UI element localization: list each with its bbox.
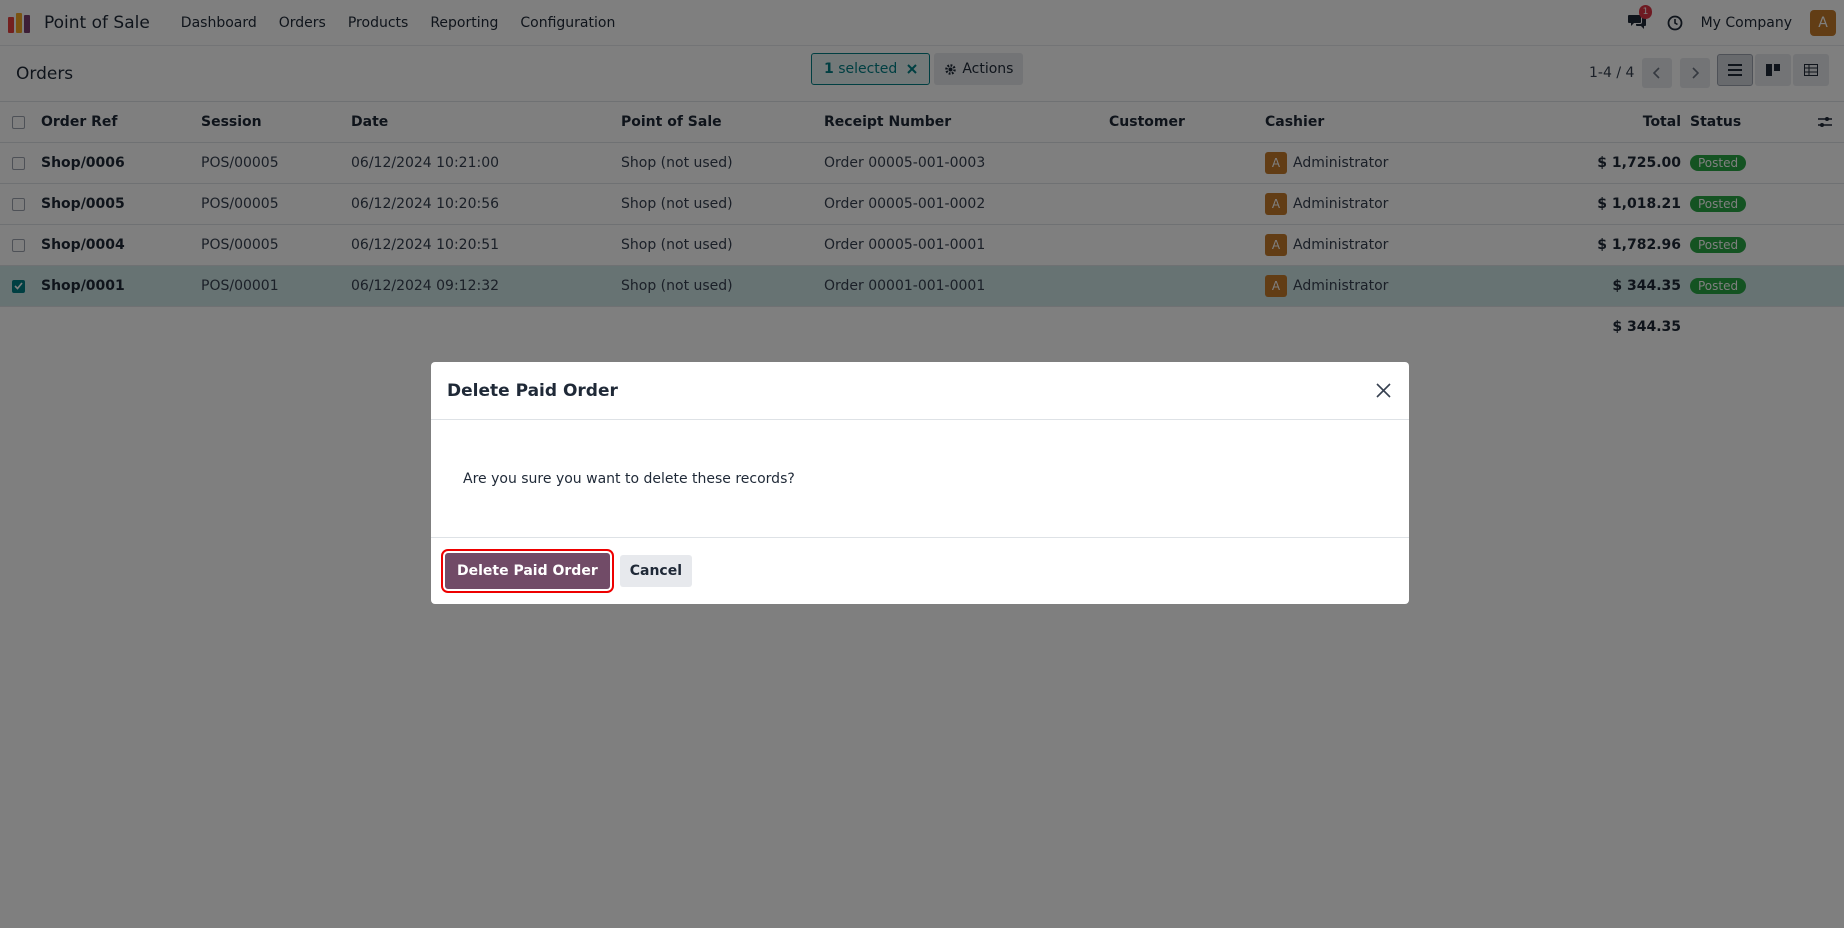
dialog-footer: Delete Paid Order Cancel bbox=[431, 538, 1409, 604]
dialog-close-button[interactable] bbox=[1373, 381, 1393, 401]
delete-dialog: Delete Paid Order Are you sure you want … bbox=[431, 362, 1409, 604]
confirm-delete-button[interactable]: Delete Paid Order bbox=[441, 549, 614, 593]
close-icon bbox=[1375, 383, 1391, 398]
dialog-body: Are you sure you want to delete these re… bbox=[431, 420, 1409, 538]
cancel-button[interactable]: Cancel bbox=[619, 555, 693, 587]
dialog-header: Delete Paid Order bbox=[431, 362, 1409, 420]
dialog-message: Are you sure you want to delete these re… bbox=[463, 470, 795, 487]
dialog-title: Delete Paid Order bbox=[447, 380, 618, 401]
